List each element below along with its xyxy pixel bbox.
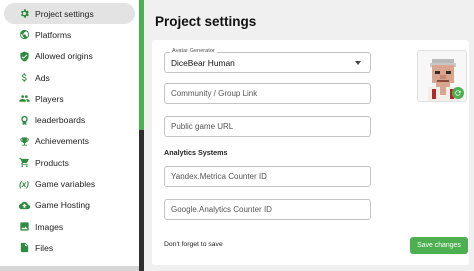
- sidebar-item-game-hosting[interactable]: Game Hosting: [4, 195, 135, 216]
- save-hint: Don't forget to save: [164, 241, 223, 248]
- sidebar-item-label: Players: [35, 93, 64, 104]
- public-game-url-field[interactable]: Public game URL: [164, 116, 371, 137]
- sidebar-item-label: Ads: [35, 72, 50, 83]
- sidebar-item-label: leaderboards: [35, 115, 86, 126]
- avatar-generator-legend: Avatar Generator: [170, 48, 217, 54]
- sidebar-item-platforms[interactable]: Platforms: [4, 24, 135, 45]
- dollar-icon: [18, 72, 30, 84]
- sidebar-item-label: Project settings: [35, 8, 94, 19]
- avatar-generator-value: DiceBear Human: [171, 57, 235, 68]
- sidebar-item-label: Images: [35, 221, 64, 232]
- analytics-section-title: Analytics Systems: [164, 148, 228, 157]
- sidebar-item-products[interactable]: Products: [4, 152, 135, 173]
- page-title: Project settings: [155, 14, 257, 29]
- people-icon: [18, 93, 30, 105]
- yandex-counter-placeholder: Yandex.Metrica Counter ID: [171, 172, 267, 181]
- google-counter-field[interactable]: Google.Analytics Counter ID: [164, 199, 371, 220]
- horizontal-scrollbar[interactable]: [0, 266, 139, 271]
- chevron-down-icon: [355, 61, 361, 65]
- google-counter-placeholder: Google.Analytics Counter ID: [171, 205, 272, 214]
- sidebar-item-label: Platforms: [35, 29, 72, 40]
- settings-panel: Avatar Generator DiceBear Human Communit…: [152, 40, 469, 265]
- save-changes-button[interactable]: Save changes: [410, 237, 468, 254]
- sidebar-item-images[interactable]: Images: [4, 216, 135, 237]
- main-content: Project settings Avatar Generator DiceBe…: [144, 0, 474, 271]
- sidebar-item-ads[interactable]: Ads: [4, 67, 135, 88]
- community-link-field[interactable]: Community / Group Link: [164, 83, 371, 104]
- sidebar-item-project-settings[interactable]: Project settings: [4, 3, 135, 25]
- variable-icon: (x): [19, 179, 29, 189]
- file-icon: [18, 242, 30, 254]
- globe-icon: [18, 29, 30, 41]
- refresh-avatar-icon[interactable]: [452, 87, 464, 99]
- sidebar-item-allowed-origins[interactable]: Allowed origins: [4, 46, 135, 67]
- community-link-placeholder: Community / Group Link: [171, 89, 258, 98]
- sidebar-item-label: Game Hosting: [35, 200, 90, 211]
- medal-icon: [18, 114, 30, 126]
- sidebar-item-label: Achievements: [35, 136, 89, 147]
- sidebar-item-label: Game variables: [35, 179, 96, 190]
- cloud-upload-icon: [18, 199, 30, 211]
- sidebar-item-achievements[interactable]: Achievements: [4, 131, 135, 152]
- sidebar-item-leaderboards[interactable]: leaderboards: [4, 109, 135, 130]
- avatar-generator-select[interactable]: Avatar Generator DiceBear Human: [164, 48, 371, 73]
- sidebar-item-label: Products: [35, 157, 69, 168]
- image-icon: [18, 221, 30, 233]
- sidebar-item-players[interactable]: Players: [4, 88, 135, 109]
- trophy-icon: [18, 135, 30, 147]
- gear-icon: [18, 8, 30, 20]
- yandex-counter-field[interactable]: Yandex.Metrica Counter ID: [164, 166, 371, 187]
- cart-icon: [18, 157, 30, 169]
- sidebar-item-files[interactable]: Files: [4, 237, 135, 258]
- shield-icon: [18, 50, 30, 62]
- sidebar-item-label: Allowed origins: [35, 51, 93, 62]
- avatar-preview[interactable]: [417, 50, 467, 102]
- sidebar-item-label: Files: [35, 242, 54, 253]
- sidebar-item-game-variables[interactable]: (x) Game variables: [4, 173, 135, 194]
- sidebar: Project settings Platforms Allowed origi…: [0, 0, 139, 271]
- public-game-url-placeholder: Public game URL: [171, 122, 234, 131]
